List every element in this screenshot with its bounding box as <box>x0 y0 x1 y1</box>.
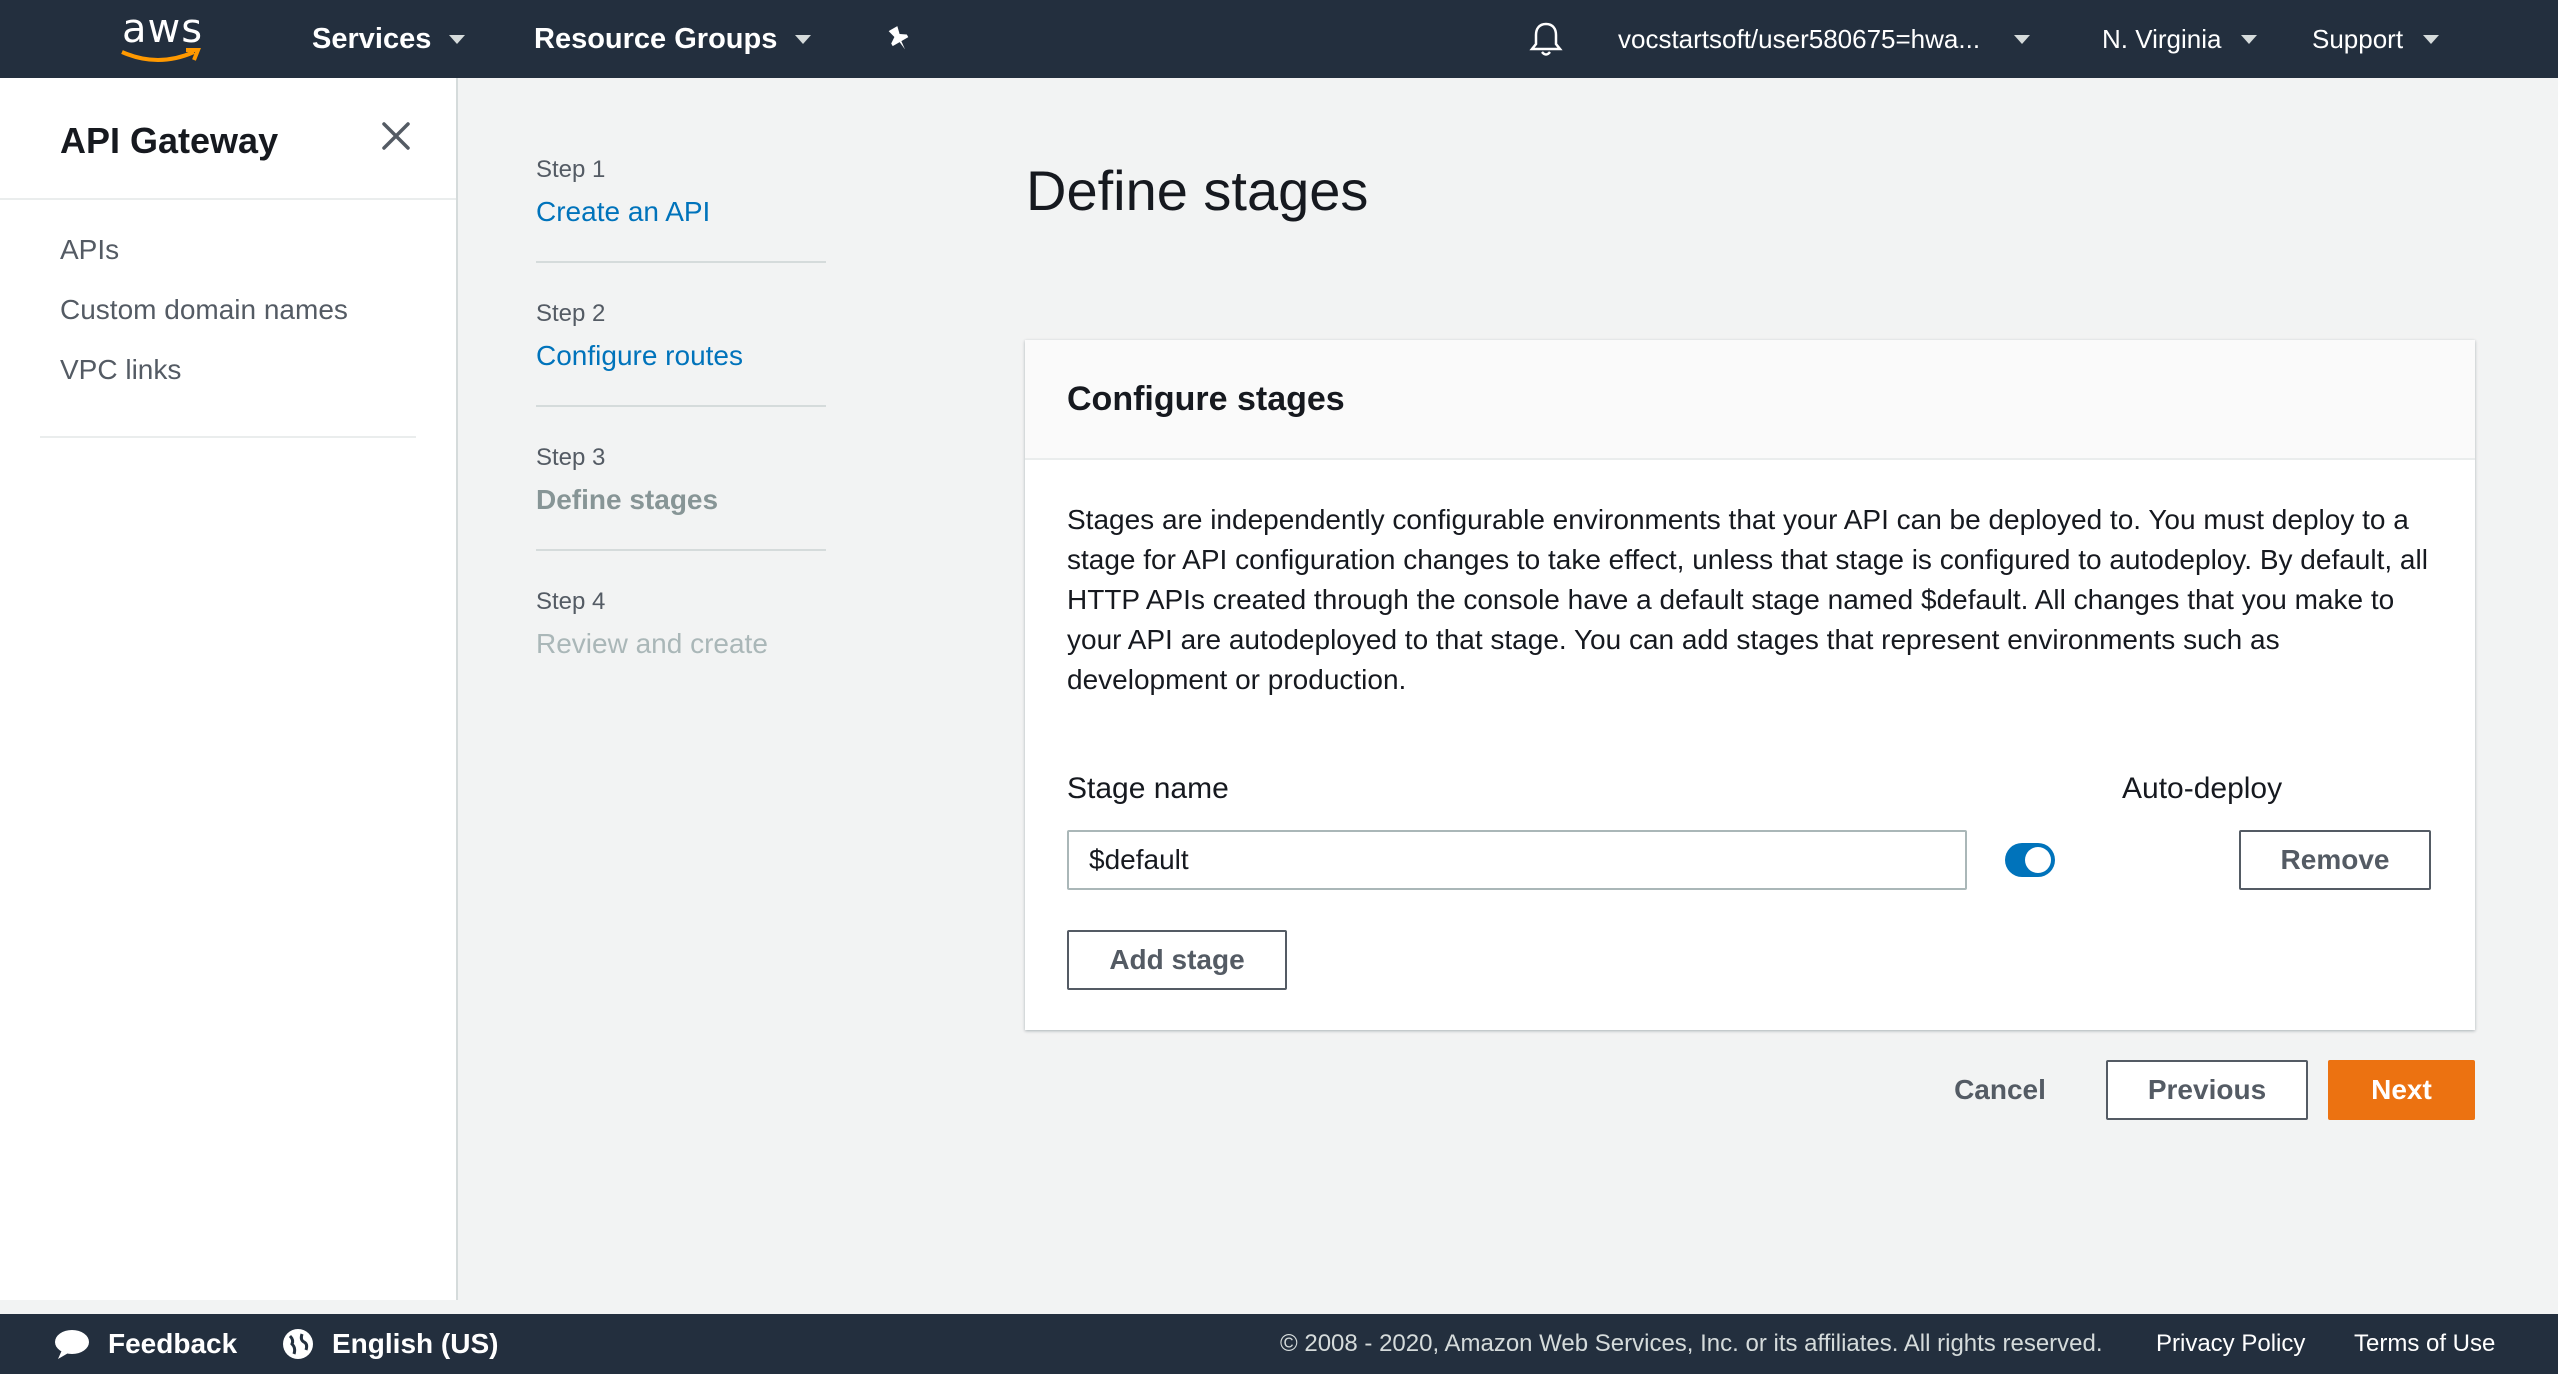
toggle-knob <box>2025 847 2051 873</box>
sidebar-item-custom-domain-names[interactable]: Custom domain names <box>60 294 348 326</box>
next-button[interactable]: Next <box>2328 1060 2475 1120</box>
smile-arrow-icon <box>121 48 201 62</box>
services-menu[interactable]: Services <box>312 0 466 78</box>
feedback-label: Feedback <box>108 1328 238 1359</box>
account-label: vocstartsoft/user580675=hwa... <box>1618 23 1981 54</box>
close-sidebar-button[interactable] <box>378 118 414 154</box>
step-number: Step 3 <box>536 444 606 471</box>
chevron-down-icon <box>449 34 466 44</box>
close-icon <box>382 122 410 150</box>
wizard-step-4: Step 4 Review and create <box>536 588 826 660</box>
auto-deploy-label: Auto-deploy <box>2122 772 2283 805</box>
page-title: Define stages <box>1026 159 1369 222</box>
copyright-text: © 2008 - 2020, Amazon Web Services, Inc.… <box>1280 1330 2103 1357</box>
sidebar-divider <box>40 436 416 438</box>
pin-button[interactable] <box>884 0 914 78</box>
privacy-policy-link[interactable]: Privacy Policy <box>2156 1314 2305 1374</box>
sidebar-divider <box>0 198 456 200</box>
services-label: Services <box>312 22 432 55</box>
step-divider <box>536 261 826 263</box>
support-menu[interactable]: Support <box>2312 0 2440 78</box>
step-number: Step 2 <box>536 300 606 327</box>
region-label: N. Virginia <box>2102 23 2222 54</box>
panel-description: Stages are independently configurable en… <box>1067 504 2428 695</box>
bell-icon <box>1529 22 1563 56</box>
terms-of-use-link[interactable]: Terms of Use <box>2354 1314 2495 1374</box>
top-navigation: aws Services Resource Groups vocstartsof… <box>0 0 2558 78</box>
footer: Feedback English (US) © 2008 - 2020, Ama… <box>0 1314 2558 1374</box>
step-link-create-api[interactable]: Create an API <box>536 196 826 228</box>
chevron-down-icon <box>795 34 812 44</box>
chevron-down-icon <box>2423 34 2440 44</box>
language-label: English (US) <box>332 1328 499 1359</box>
configure-stages-panel: Configure stages Stages are independentl… <box>1025 340 2475 1030</box>
wizard-step-3: Step 3 Define stages <box>536 444 826 516</box>
wizard-step-2: Step 2 Configure routes <box>536 300 826 372</box>
step-divider <box>536 405 826 407</box>
feedback-button[interactable]: Feedback <box>54 1314 237 1374</box>
region-menu[interactable]: N. Virginia <box>2102 0 2258 78</box>
stage-name-input[interactable] <box>1067 830 1967 890</box>
language-selector[interactable]: English (US) <box>282 1314 498 1374</box>
add-stage-button[interactable]: Add stage <box>1067 930 1287 990</box>
remove-stage-button[interactable]: Remove <box>2239 830 2431 890</box>
step-number: Step 4 <box>536 588 606 615</box>
sidebar-item-vpc-links[interactable]: VPC links <box>60 354 181 386</box>
step-current-define-stages: Define stages <box>536 484 719 515</box>
step-link-configure-routes[interactable]: Configure routes <box>536 340 826 372</box>
chevron-down-icon <box>2241 34 2258 44</box>
speech-bubble-icon <box>55 1330 89 1359</box>
cancel-button[interactable]: Cancel <box>1940 1060 2060 1120</box>
pin-icon <box>888 26 909 50</box>
support-label: Support <box>2312 23 2404 54</box>
sidebar-item-apis[interactable]: APIs <box>60 234 119 266</box>
sidebar: API Gateway APIs Custom domain names VPC… <box>0 78 458 1300</box>
stage-name-label: Stage name <box>1067 772 1229 805</box>
previous-button[interactable]: Previous <box>2106 1060 2308 1120</box>
auto-deploy-toggle[interactable] <box>2005 843 2055 877</box>
step-disabled-review-and-create: Review and create <box>536 628 768 659</box>
notifications-button[interactable] <box>1528 0 1564 78</box>
aws-logo[interactable]: aws <box>118 6 208 66</box>
wizard-step-1: Step 1 Create an API <box>536 156 826 228</box>
sidebar-title: API Gateway <box>60 120 279 161</box>
step-number: Step 1 <box>536 156 606 183</box>
panel-header: Configure stages <box>1025 340 2475 460</box>
step-divider <box>536 549 826 551</box>
resource-groups-menu[interactable]: Resource Groups <box>534 0 812 78</box>
account-menu[interactable]: vocstartsoft/user580675=hwa... <box>1618 0 2031 78</box>
globe-icon <box>283 1329 313 1359</box>
panel-title: Configure stages <box>1067 380 1345 418</box>
chevron-down-icon <box>2014 34 2031 44</box>
resource-groups-label: Resource Groups <box>534 22 778 55</box>
